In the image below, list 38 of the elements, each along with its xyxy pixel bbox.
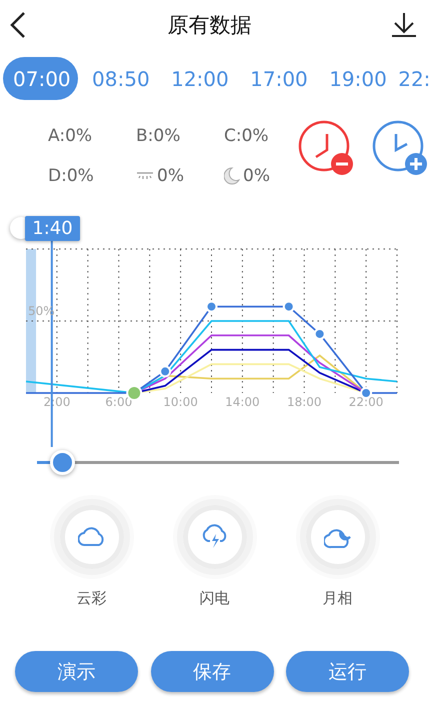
sunset-icon [136, 172, 154, 180]
time-tooltip: 1:40 [25, 216, 80, 241]
time-tab[interactable]: 08:50 [82, 57, 158, 100]
control-point[interactable] [314, 328, 326, 340]
cloud-icon [78, 527, 106, 547]
channel-value: C:0% [224, 126, 269, 146]
page-title: 原有数据 [168, 12, 252, 39]
channel-value: B:0% [136, 126, 180, 146]
time-tab[interactable]: 12:00 [161, 57, 236, 100]
channel-value: 0% [243, 166, 270, 186]
axis-label: 10:00 [163, 395, 198, 409]
control-point[interactable] [206, 300, 218, 313]
control-point[interactable] [360, 387, 372, 399]
effect-label: 月相 [322, 589, 352, 608]
channel-value: A:0% [48, 126, 92, 146]
control-point[interactable] [282, 300, 295, 313]
effect-label: 闪电 [200, 589, 230, 608]
remove-time-button[interactable] [298, 120, 354, 176]
time-tab[interactable]: 19:00 [319, 57, 394, 100]
storm-cloud-icon [200, 524, 228, 550]
download-icon[interactable] [391, 12, 417, 38]
channel-value: 0% [157, 166, 184, 186]
effect-label: 云彩 [76, 589, 106, 608]
moon-icon [224, 167, 240, 185]
axis-label: 14:00 [225, 395, 260, 409]
action-button[interactable]: 演示 [15, 651, 138, 692]
action-button[interactable]: 保存 [150, 651, 274, 692]
control-point[interactable] [159, 365, 172, 378]
time-tab[interactable]: 07:00 [3, 57, 78, 100]
clock-minus-icon [298, 120, 354, 176]
axis-label: 18:00 [286, 395, 322, 409]
add-time-button[interactable] [372, 120, 428, 176]
time-tab[interactable]: 22: [398, 57, 429, 100]
axis-label: 22:00 [348, 395, 384, 409]
channel-value: D:0% [48, 166, 94, 186]
back-button[interactable] [8, 11, 28, 39]
time-tab[interactable]: 17:00 [240, 57, 316, 100]
action-button[interactable]: 运行 [286, 651, 409, 692]
